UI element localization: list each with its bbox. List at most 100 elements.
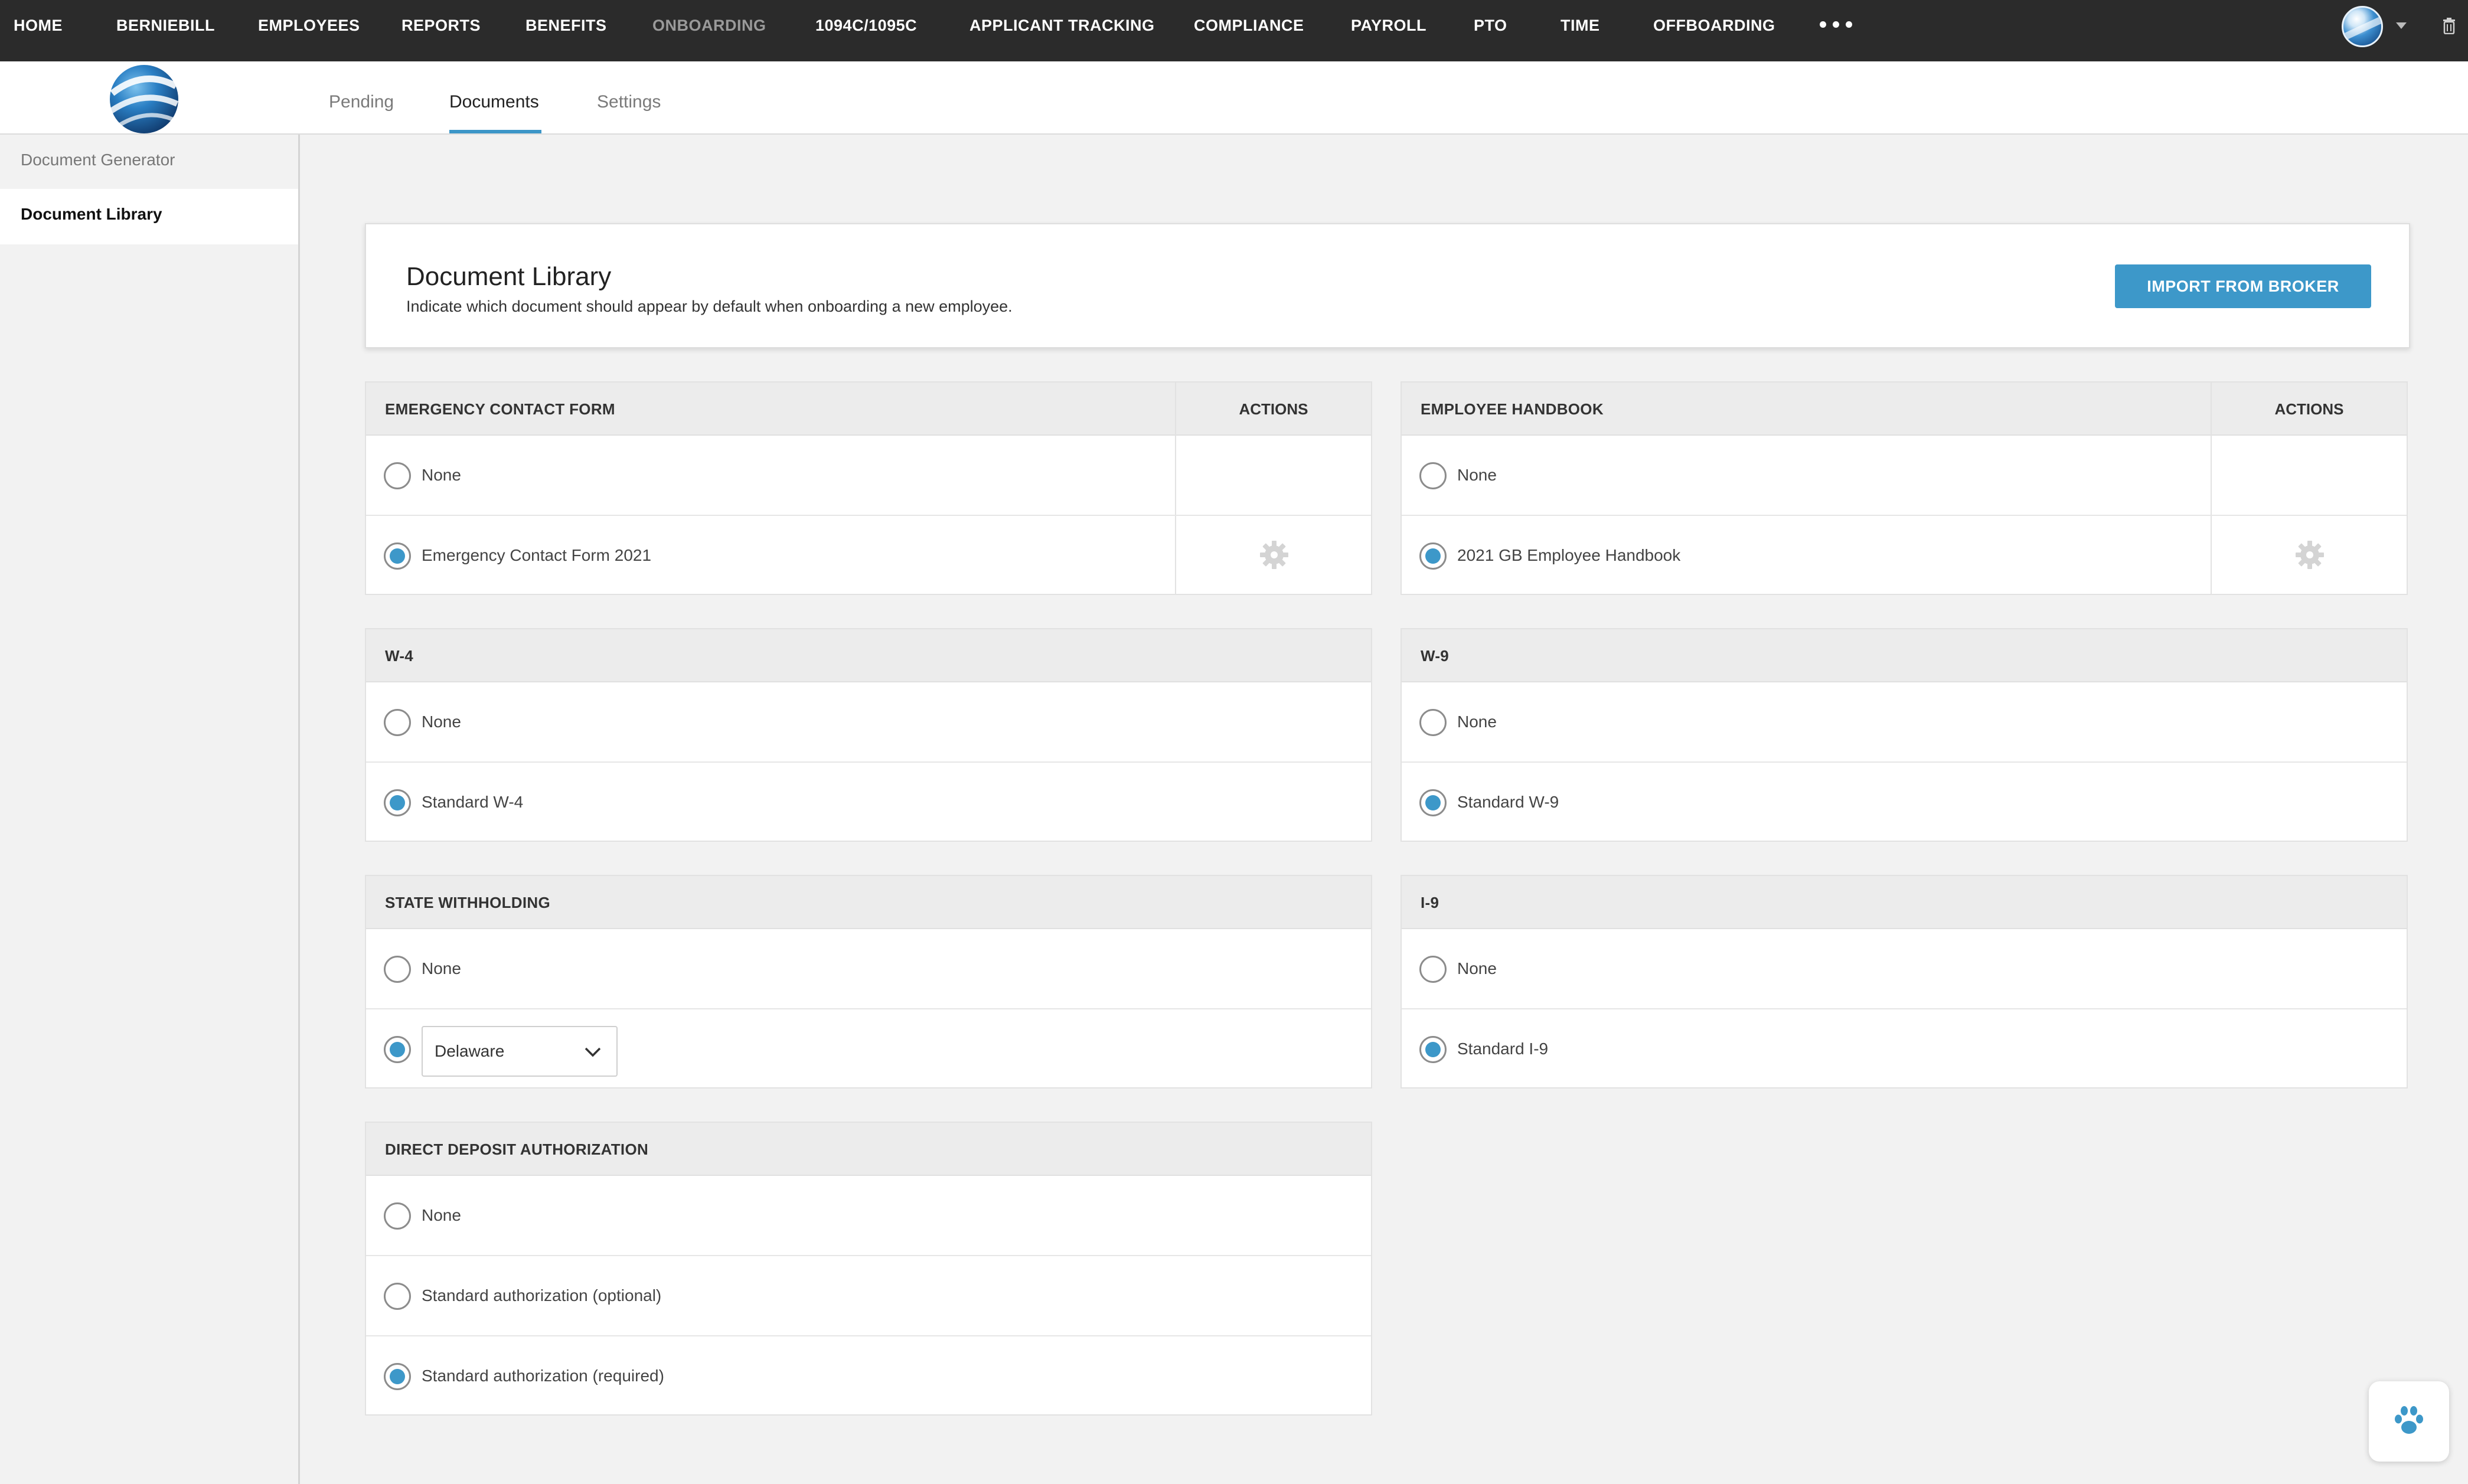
- radio-none[interactable]: [384, 956, 411, 983]
- option-row: Standard authorization (optional): [366, 1255, 1371, 1334]
- radio-none[interactable]: [384, 1202, 411, 1230]
- radio-standard-w4[interactable]: [384, 789, 411, 816]
- section-title: EMPLOYEE HANDBOOK: [1421, 400, 1604, 418]
- section-title: W-9: [1421, 647, 1450, 665]
- radio-none[interactable]: [384, 462, 411, 489]
- page-subtitle: Indicate which document should appear by…: [406, 298, 1013, 315]
- tab-pending[interactable]: Pending: [329, 92, 394, 112]
- w9-card: W-9 None Standard W-9: [1401, 628, 2408, 842]
- option-row: Emergency Contact Form 2021: [366, 515, 1371, 594]
- section-title: EMERGENCY CONTACT FORM: [385, 400, 615, 418]
- help-chat-button[interactable]: [2369, 1381, 2449, 1462]
- nav-employees[interactable]: EMPLOYEES: [258, 0, 360, 51]
- avatar[interactable]: [2342, 6, 2383, 47]
- option-row: None: [366, 1176, 1371, 1255]
- radio-none[interactable]: [1419, 462, 1447, 489]
- more-dots-icon[interactable]: [1820, 21, 1852, 28]
- nav-payroll[interactable]: PAYROLL: [1351, 0, 1426, 51]
- option-label: None: [422, 1206, 461, 1224]
- emergency-contact-form-card: EMERGENCY CONTACT FORM ACTIONS None Emer…: [365, 381, 1372, 595]
- radio-standard-w9[interactable]: [1419, 789, 1447, 816]
- card-header: EMERGENCY CONTACT FORM ACTIONS: [366, 383, 1371, 436]
- option-row: Standard W-9: [1402, 761, 2407, 841]
- actions-column-header: ACTIONS: [2274, 400, 2344, 418]
- nav-berniebill[interactable]: BERNIEBILL: [116, 0, 215, 51]
- option-row: Standard W-4: [366, 761, 1371, 841]
- employee-handbook-card: EMPLOYEE HANDBOOK ACTIONS None 2021 GB E…: [1401, 381, 2408, 595]
- option-row: None: [366, 436, 1371, 515]
- radio-none[interactable]: [1419, 956, 1447, 983]
- section-title: DIRECT DEPOSIT AUTHORIZATION: [385, 1140, 649, 1158]
- import-from-broker-button[interactable]: IMPORT FROM BROKER: [2115, 264, 2371, 308]
- gear-icon[interactable]: [1259, 540, 1290, 570]
- radio-2021-gb-employee-handbook[interactable]: [1419, 542, 1447, 570]
- card-header: DIRECT DEPOSIT AUTHORIZATION: [366, 1123, 1371, 1176]
- company-logo: [109, 65, 179, 133]
- option-row: 2021 GB Employee Handbook: [1402, 515, 2407, 594]
- option-label: Emergency Contact Form 2021: [422, 546, 652, 564]
- w4-card: W-4 None Standard W-4: [365, 628, 1372, 842]
- nav-offboarding[interactable]: OFFBOARDING: [1653, 0, 1775, 51]
- nav-applicant-tracking[interactable]: APPLICANT TRACKING: [969, 0, 1155, 51]
- option-label: None: [1457, 959, 1497, 978]
- radio-emergency-contact-form-2021[interactable]: [384, 542, 411, 570]
- card-header: I-9: [1402, 876, 2407, 929]
- option-label: Standard W-9: [1457, 793, 1559, 811]
- option-row: Standard authorization (required): [366, 1335, 1371, 1414]
- chevron-down-icon[interactable]: [2396, 22, 2407, 29]
- option-row: None: [366, 682, 1371, 761]
- section-title: STATE WITHHOLDING: [385, 894, 550, 911]
- nav-home[interactable]: HOME: [14, 0, 63, 51]
- paw-icon: [2395, 1406, 2423, 1434]
- nav-pto[interactable]: PTO: [1474, 0, 1507, 51]
- option-label: Standard authorization (required): [422, 1367, 664, 1385]
- active-tab-indicator: [449, 130, 541, 133]
- radio-state-select[interactable]: [384, 1036, 411, 1063]
- option-row: None: [1402, 436, 2407, 515]
- sidebar: Document Generator Document Library: [0, 135, 300, 1484]
- state-withholding-card: STATE WITHHOLDING None Delaware: [365, 875, 1372, 1089]
- option-row: Delaware: [366, 1008, 1371, 1087]
- card-header: W-9: [1402, 629, 2407, 682]
- option-label: Standard W-4: [422, 793, 524, 811]
- gear-icon[interactable]: [2294, 540, 2325, 570]
- radio-none[interactable]: [1419, 709, 1447, 736]
- option-label: None: [1457, 712, 1497, 731]
- direct-deposit-card: DIRECT DEPOSIT AUTHORIZATION None Standa…: [365, 1122, 1372, 1416]
- nav-onboarding[interactable]: ONBOARDING: [652, 0, 766, 51]
- nav-compliance[interactable]: COMPLIANCE: [1194, 0, 1304, 51]
- option-row: None: [1402, 929, 2407, 1008]
- radio-standard-i9[interactable]: [1419, 1036, 1447, 1063]
- actions-column-header: ACTIONS: [1239, 400, 1308, 418]
- tab-documents[interactable]: Documents: [449, 92, 539, 112]
- nav-reports[interactable]: REPORTS: [401, 0, 481, 51]
- option-row: None: [366, 929, 1371, 1008]
- option-row: Standard I-9: [1402, 1008, 2407, 1087]
- chevron-down-icon: [585, 1047, 601, 1057]
- tab-settings[interactable]: Settings: [597, 92, 661, 112]
- trash-icon[interactable]: [2443, 18, 2456, 34]
- nav-1094c-1095c[interactable]: 1094C/1095C: [815, 0, 917, 51]
- option-label: None: [422, 466, 461, 484]
- page-title: Document Library: [406, 262, 612, 291]
- top-navigation: HOME BERNIEBILL EMPLOYEES REPORTS BENEFI…: [0, 0, 2468, 61]
- radio-none[interactable]: [384, 709, 411, 736]
- state-select[interactable]: Delaware: [422, 1026, 618, 1077]
- nav-benefits[interactable]: BENEFITS: [525, 0, 607, 51]
- section-title: I-9: [1421, 894, 1439, 911]
- i9-card: I-9 None Standard I-9: [1401, 875, 2408, 1089]
- option-label: None: [422, 712, 461, 731]
- nav-time[interactable]: TIME: [1561, 0, 1600, 51]
- sidebar-item-document-library[interactable]: Document Library: [0, 189, 298, 244]
- option-label: None: [422, 959, 461, 978]
- option-label: Standard I-9: [1457, 1040, 1549, 1058]
- document-library-header: Document Library Indicate which document…: [365, 223, 2410, 348]
- card-header: EMPLOYEE HANDBOOK ACTIONS: [1402, 383, 2407, 436]
- option-label: 2021 GB Employee Handbook: [1457, 546, 1681, 564]
- state-select-value: Delaware: [435, 1042, 505, 1060]
- option-label: Standard authorization (optional): [422, 1286, 662, 1305]
- radio-standard-authorization-required[interactable]: [384, 1363, 411, 1390]
- sidebar-item-document-generator[interactable]: Document Generator: [0, 135, 298, 190]
- radio-standard-authorization-optional[interactable]: [384, 1283, 411, 1310]
- option-row: None: [1402, 682, 2407, 761]
